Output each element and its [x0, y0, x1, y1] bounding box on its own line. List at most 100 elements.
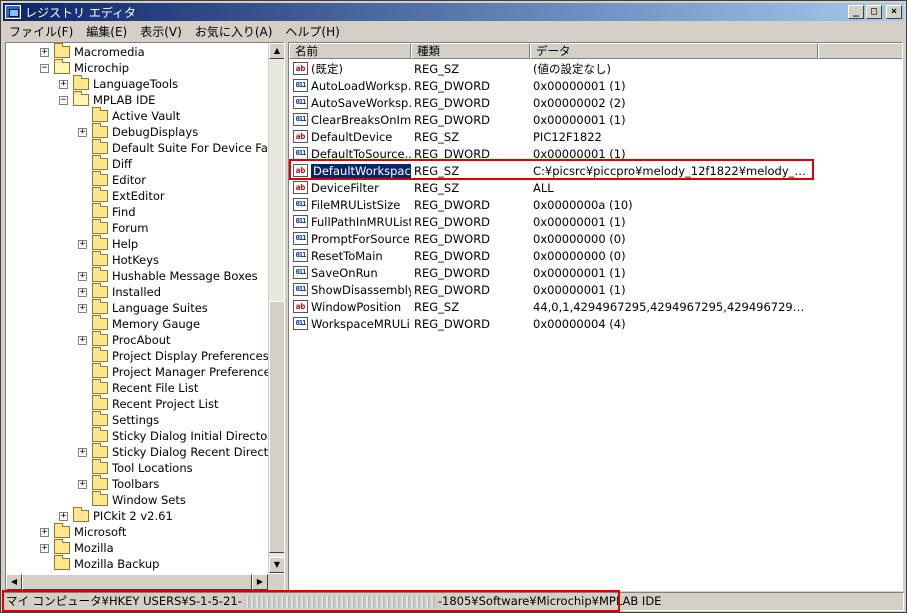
- menu-edit[interactable]: 編集(E): [86, 23, 127, 40]
- expand-icon[interactable]: +: [78, 479, 87, 489]
- tree-node[interactable]: Memory Gauge: [78, 315, 200, 332]
- expand-icon[interactable]: +: [40, 47, 49, 57]
- tree-node[interactable]: + Help: [78, 235, 138, 252]
- value-name-cell: 011 FileMRUListSize: [289, 198, 411, 212]
- expand-icon[interactable]: +: [78, 303, 87, 313]
- minimize-button[interactable]: _: [848, 5, 864, 19]
- value-row[interactable]: 011ClearBreaksOnIm...REG_DWORD 0x00000001…: [289, 111, 902, 128]
- menu-view[interactable]: 表示(V): [140, 23, 182, 40]
- value-row[interactable]: 011 AutoSaveWorksp... REG_DWORD 0x00000002 …: [289, 94, 902, 111]
- value-row[interactable]: ab (既定) REG_SZ (値の設定なし): [289, 60, 902, 77]
- menu-file[interactable]: ファイル(F): [9, 23, 73, 40]
- tree-node[interactable]: − Microchip: [40, 59, 130, 76]
- tree-node[interactable]: Recent File List: [78, 379, 199, 396]
- no-expander: [78, 400, 87, 409]
- tree-node[interactable]: Mozilla Backup: [40, 555, 159, 572]
- tree-node[interactable]: Sticky Dialog Initial Directory: [78, 427, 268, 444]
- tree-node[interactable]: + Mozilla: [40, 539, 114, 556]
- tree-node-label: Microchip: [74, 61, 130, 75]
- folder-icon: [92, 267, 108, 282]
- scroll-down-arrow-icon[interactable]: ▼: [269, 557, 284, 573]
- value-row[interactable]: ab WindowPosition REG_SZ 44,0,1,4294967295,…: [289, 298, 902, 315]
- selected-row-highlight: [289, 159, 814, 180]
- maximize-button[interactable]: □: [866, 5, 882, 19]
- close-button[interactable]: ×: [886, 5, 902, 19]
- value-name: FullPathInMRUList: [311, 214, 411, 229]
- tree-node[interactable]: Project Manager Preferences: [78, 363, 268, 380]
- tree-node-label: Forum: [112, 221, 149, 235]
- tree-node-label: Hushable Message Boxes: [112, 269, 258, 283]
- folder-icon: [92, 347, 108, 362]
- menu-help[interactable]: ヘルプ(H): [285, 23, 339, 40]
- tree-node[interactable]: + Toolbars: [78, 475, 159, 492]
- tree-node[interactable]: + Microsoft: [40, 523, 126, 540]
- tree-scroll-thumb[interactable]: [269, 301, 284, 553]
- tree-node[interactable]: + PICkit 2 v2.61: [59, 507, 173, 524]
- tree-node[interactable]: Settings: [78, 411, 159, 428]
- tree-node[interactable]: Recent Project List: [78, 395, 219, 412]
- tree-node[interactable]: Window Sets: [78, 491, 186, 508]
- expand-icon[interactable]: +: [78, 287, 87, 297]
- tree-vertical-scrollbar[interactable]: ▲ ▼: [268, 43, 284, 573]
- tree-node[interactable]: + LanguageTools: [59, 75, 178, 92]
- value-row[interactable]: ab DefaultDevice REG_SZ PIC12F1822: [289, 128, 902, 145]
- tree-node[interactable]: + Hushable Message Boxes: [78, 267, 258, 284]
- tree-horizontal-scrollbar[interactable]: ◀ ▶: [6, 574, 268, 590]
- tree-node[interactable]: HotKeys: [78, 251, 159, 268]
- tree-node[interactable]: + DebugDisplays: [78, 123, 198, 140]
- value-row[interactable]: 011 FileMRUListSize REG_DWORD 0x0000000a (1…: [289, 196, 902, 213]
- value-row[interactable]: 011 ShowDisassembly REG_DWORD 0x00000001 (1…: [289, 281, 902, 298]
- column-header-type[interactable]: 種類: [411, 43, 530, 59]
- collapse-icon[interactable]: −: [40, 63, 49, 73]
- value-row[interactable]: 011 ResetToMain REG_DWORD 0x00000000 (0): [289, 247, 902, 264]
- value-row[interactable]: 011 PromptForSource REG_DWORD 0x00000000 (0…: [289, 230, 902, 247]
- expand-icon[interactable]: +: [78, 127, 87, 137]
- menu-favorites[interactable]: お気に入り(A): [195, 23, 273, 40]
- tree-node[interactable]: Forum: [78, 219, 149, 236]
- expand-icon[interactable]: +: [59, 79, 68, 89]
- tree-node[interactable]: Find: [78, 203, 136, 220]
- folder-icon: [92, 187, 108, 202]
- tree-node[interactable]: + Sticky Dialog Recent Director: [78, 443, 268, 460]
- collapse-icon[interactable]: −: [59, 95, 68, 105]
- tree-node[interactable]: + ProcAbout: [78, 331, 171, 348]
- string-value-icon: ab: [293, 130, 308, 143]
- tree-node[interactable]: Editor: [78, 171, 146, 188]
- value-name-cell: ab DefaultDevice: [289, 130, 411, 144]
- expand-icon[interactable]: +: [78, 271, 87, 281]
- tree-node[interactable]: Active Vault: [78, 107, 180, 124]
- tree-node[interactable]: + Installed: [78, 283, 161, 300]
- expand-icon[interactable]: +: [40, 527, 49, 537]
- tree-node-label: Project Display Preferences: [112, 349, 268, 363]
- value-name-cell: 011 ShowDisassembly: [289, 283, 411, 297]
- tree-node[interactable]: − MPLAB IDE: [59, 91, 155, 108]
- folder-icon: [73, 507, 89, 522]
- scroll-left-arrow-icon[interactable]: ◀: [6, 574, 22, 590]
- tree-node[interactable]: + Macromedia: [40, 43, 145, 60]
- value-row[interactable]: ab DeviceFilter REG_SZ ALL: [289, 179, 902, 196]
- column-header-name[interactable]: 名前: [289, 43, 411, 59]
- expand-icon[interactable]: +: [78, 239, 87, 249]
- tree-hscroll-thumb[interactable]: [22, 574, 252, 590]
- value-row[interactable]: 011 AutoLoadWorksp... REG_DWORD 0x00000001 …: [289, 77, 902, 94]
- title-bar[interactable]: レジストリ エディタ _ □ ×: [3, 3, 904, 21]
- tree-node[interactable]: Diff: [78, 155, 132, 172]
- scroll-up-arrow-icon[interactable]: ▲: [269, 43, 284, 59]
- scroll-right-arrow-icon[interactable]: ▶: [252, 574, 268, 590]
- value-row[interactable]: 011 SaveOnRun REG_DWORD 0x00000001 (1): [289, 264, 902, 281]
- tree-node-label: Recent File List: [112, 381, 199, 395]
- expand-icon[interactable]: +: [59, 511, 68, 521]
- tree-node[interactable]: ExtEditor: [78, 187, 165, 204]
- tree-node[interactable]: + Language Suites: [78, 299, 208, 316]
- tree-node[interactable]: Project Display Preferences: [78, 347, 268, 364]
- tree-node[interactable]: Tool Locations: [78, 459, 193, 476]
- tree-node-label: Recent Project List: [112, 397, 219, 411]
- value-row[interactable]: 011 FullPathInMRUList REG_DWORD 0x00000001 …: [289, 213, 902, 230]
- tree-node[interactable]: Default Suite For Device Fam: [78, 139, 268, 156]
- value-row[interactable]: 011 WorkspaceMRULi... REG_DWORD 0x00000004 …: [289, 315, 902, 332]
- expand-icon[interactable]: +: [78, 335, 87, 345]
- expand-icon[interactable]: +: [40, 543, 49, 553]
- expand-icon[interactable]: +: [78, 447, 87, 457]
- value-data: 0x00000000 (0): [533, 248, 626, 263]
- column-header-data[interactable]: データ: [530, 43, 818, 59]
